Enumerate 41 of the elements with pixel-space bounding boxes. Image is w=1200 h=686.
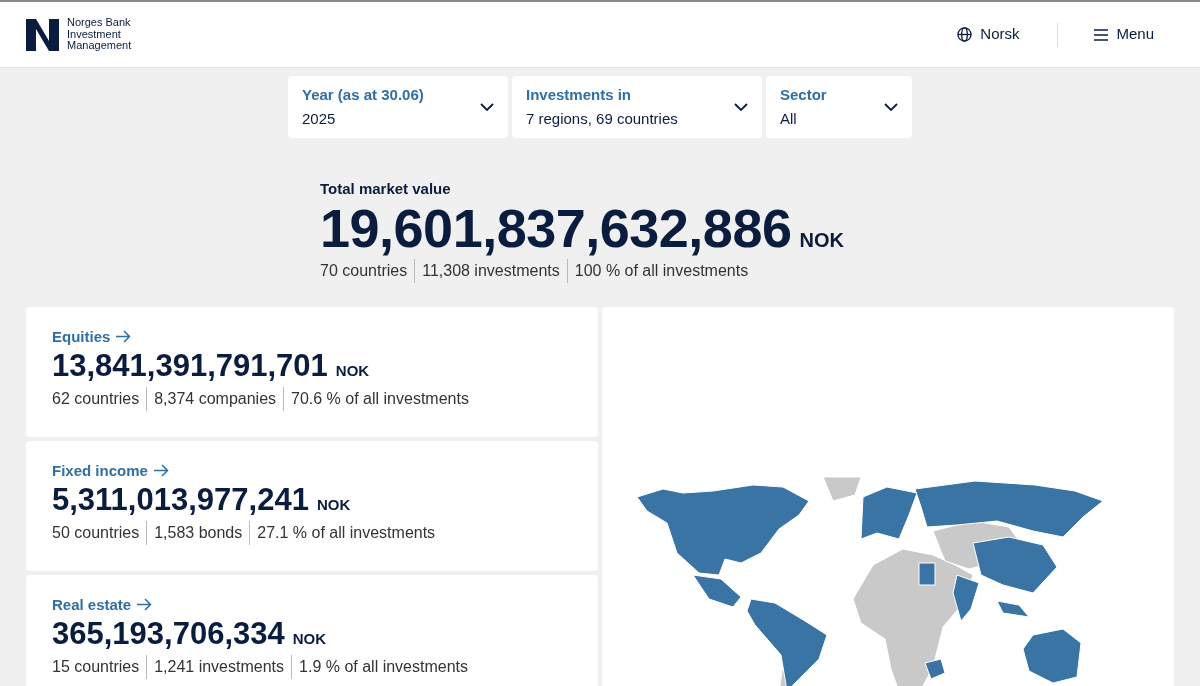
- globe-icon: [957, 27, 973, 42]
- asset-value: 5,311,013,977,241: [52, 482, 309, 517]
- asset-class-link[interactable]: Equities: [52, 325, 132, 348]
- stat-text: 15 countries: [52, 656, 140, 677]
- asset-value: 365,193,706,334: [52, 616, 285, 651]
- arrow-right-icon: [116, 330, 132, 344]
- stat-text: 8,374 companies: [146, 386, 277, 411]
- filter-dropdown[interactable]: Investments in 7 regions, 69 countries: [512, 76, 762, 138]
- stat-text: 70 countries: [320, 260, 408, 281]
- arrow-right-icon: [137, 598, 153, 612]
- logo-text: Management: [67, 40, 132, 52]
- menu-icon: [1094, 28, 1109, 41]
- filter-dropdown[interactable]: Sector All: [766, 76, 912, 138]
- filter-dropdown[interactable]: Year (as at 30.06) 2025: [288, 76, 508, 138]
- asset-value: 13,841,391,791,701: [52, 348, 328, 383]
- stat-text: 70.6 % of all investments: [283, 386, 469, 411]
- chevron-icon: [884, 103, 898, 111]
- logo-icon: [26, 18, 59, 51]
- total-label: Total market value: [320, 179, 452, 199]
- currency-label: NOK: [316, 494, 351, 515]
- arrow-right-icon: [153, 464, 169, 478]
- asset-class-link[interactable]: Fixed income: [52, 459, 169, 482]
- stat-text: 1.9 % of all investments: [291, 654, 468, 679]
- stat-text: 1,583 bonds: [146, 520, 243, 545]
- menu-button[interactable]: Menu: [1094, 19, 1154, 50]
- currency-label: NOK: [799, 227, 844, 253]
- logo-text: Norges Bank: [67, 17, 132, 29]
- currency-label: NOK: [335, 360, 370, 381]
- stat-text: 27.1 % of all investments: [249, 520, 436, 545]
- chevron-icon: [480, 103, 494, 111]
- currency-label: NOK: [292, 628, 327, 649]
- asset-class-link[interactable]: Real estate: [52, 593, 153, 616]
- chevron-icon: [734, 103, 748, 111]
- stat-text: 1,241 investments: [146, 654, 285, 679]
- logo-text: Investment: [67, 28, 122, 41]
- total-value: 19,601,837,632,886: [320, 200, 792, 255]
- language-button[interactable]: Norsk: [957, 19, 1020, 50]
- stat-text: 100 % of all investments: [566, 258, 749, 283]
- stat-text: 50 countries: [52, 522, 140, 543]
- stat-text: 62 countries: [52, 388, 140, 409]
- stat-text: 11,308 investments: [414, 258, 560, 283]
